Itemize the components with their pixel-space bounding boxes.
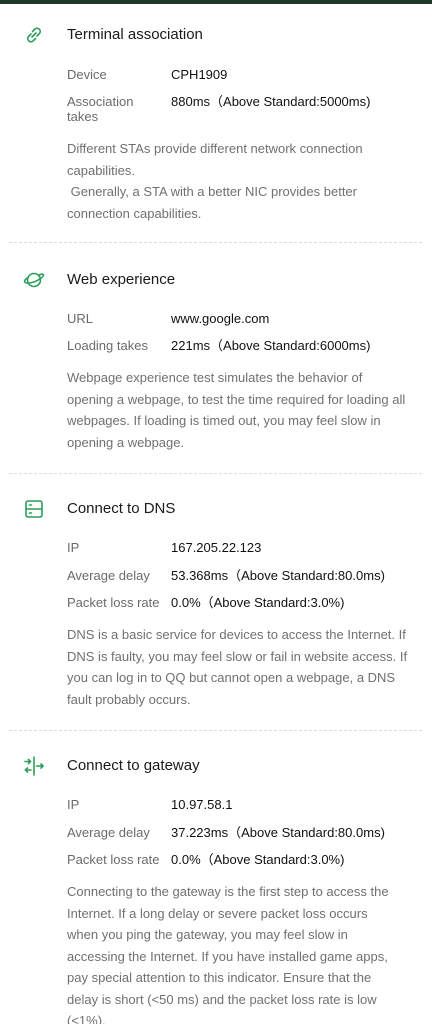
row-value: 0.0%（Above Standard:3.0%) bbox=[171, 595, 345, 610]
row-label: URL bbox=[67, 311, 94, 326]
row-label: Average delay bbox=[67, 825, 150, 840]
terminal-association-header: Terminal association bbox=[0, 21, 432, 53]
gateway-icon bbox=[20, 752, 48, 780]
planet-icon bbox=[20, 266, 48, 294]
connect-dns-section: Connect to DNS IP 167.205.22.123 Average… bbox=[0, 495, 432, 715]
section-title: Web experience bbox=[67, 271, 176, 288]
section-description: Different STAs provide different network… bbox=[67, 138, 412, 224]
association-takes-row: Association takes 880ms（Above Standard:5… bbox=[67, 94, 427, 128]
row-label: Average delay bbox=[67, 568, 150, 583]
connect-gateway-section: Connect to gateway IP 10.97.58.1 Average… bbox=[0, 752, 432, 1024]
gateway-packet-loss-row: Packet loss rate 0.0%（Above Standard:3.0… bbox=[67, 852, 427, 870]
connect-dns-header: Connect to DNS bbox=[0, 495, 432, 527]
row-label: IP bbox=[67, 540, 80, 555]
row-value: 167.205.22.123 bbox=[171, 540, 262, 555]
row-value: 0.0%（Above Standard:3.0%) bbox=[171, 852, 345, 867]
row-label: Association takes bbox=[67, 94, 134, 124]
web-experience-header: Web experience bbox=[0, 266, 432, 298]
row-value: 221ms（Above Standard:6000ms) bbox=[171, 338, 371, 353]
section-divider bbox=[9, 730, 422, 731]
web-experience-section: Web experience URL www.google.com Loadin… bbox=[0, 266, 432, 466]
description-line: Different STAs provide different network… bbox=[67, 141, 363, 178]
description-line: Generally, a STA with a better NIC provi… bbox=[67, 184, 361, 221]
link-icon bbox=[20, 21, 48, 49]
section-divider bbox=[9, 473, 422, 474]
section-title: Connect to DNS bbox=[67, 500, 176, 517]
connect-gateway-header: Connect to gateway bbox=[0, 752, 432, 784]
row-label: Packet loss rate bbox=[67, 595, 160, 610]
section-divider bbox=[9, 242, 422, 243]
row-value: 53.368ms（Above Standard:80.0ms) bbox=[171, 568, 385, 583]
top-bar-edge bbox=[0, 0, 432, 4]
section-description: Connecting to the gateway is the first s… bbox=[67, 884, 389, 1024]
gateway-ip-row: IP 10.97.58.1 bbox=[67, 797, 427, 815]
row-label: Packet loss rate bbox=[67, 852, 160, 867]
row-value: CPH1909 bbox=[171, 67, 228, 82]
loading-takes-row: Loading takes 221ms（Above Standard:6000m… bbox=[67, 338, 427, 356]
row-label: IP bbox=[67, 797, 80, 812]
terminal-association-section: Terminal association Device CPH1909 Asso… bbox=[0, 21, 432, 231]
row-label: Device bbox=[67, 67, 107, 82]
gateway-average-delay-row: Average delay 37.223ms（Above Standard:80… bbox=[67, 825, 427, 843]
server-icon bbox=[20, 495, 48, 523]
row-value: www.google.com bbox=[171, 311, 270, 326]
row-value: 880ms（Above Standard:5000ms) bbox=[171, 94, 371, 109]
dns-average-delay-row: Average delay 53.368ms（Above Standard:80… bbox=[67, 568, 427, 586]
section-title: Connect to gateway bbox=[67, 757, 200, 774]
dns-packet-loss-row: Packet loss rate 0.0%（Above Standard:3.0… bbox=[67, 595, 427, 613]
section-title: Terminal association bbox=[67, 26, 203, 43]
row-label: Loading takes bbox=[67, 338, 148, 353]
row-value: 10.97.58.1 bbox=[171, 797, 233, 812]
url-row: URL www.google.com bbox=[67, 311, 427, 329]
device-row: Device CPH1909 bbox=[67, 67, 427, 85]
dns-ip-row: IP 167.205.22.123 bbox=[67, 540, 427, 558]
row-value: 37.223ms（Above Standard:80.0ms) bbox=[171, 825, 385, 840]
section-description: Webpage experience test simulates the be… bbox=[67, 370, 406, 450]
section-description: DNS is a basic service for devices to ac… bbox=[67, 627, 408, 707]
